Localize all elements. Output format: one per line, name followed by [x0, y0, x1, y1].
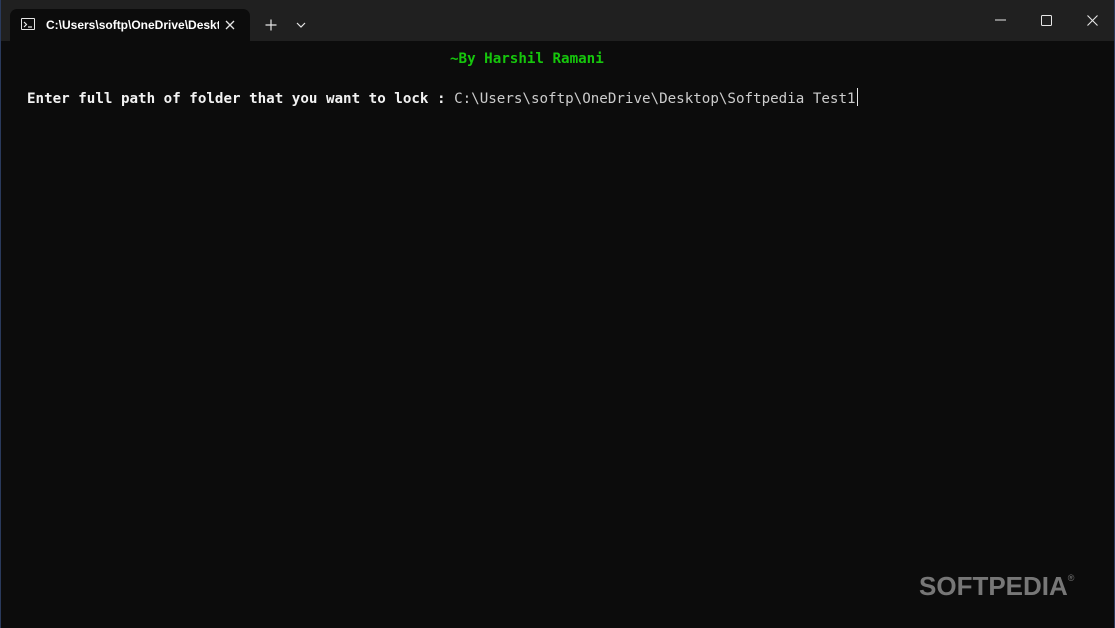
minimize-icon — [994, 19, 1006, 21]
prompt-line[interactable]: Enter full path of folder that you want … — [27, 88, 858, 109]
close-icon — [1086, 14, 1098, 26]
title-bar[interactable]: C:\Users\softp\OneDrive\Desktop — [1, 0, 1114, 41]
registered-mark: ® — [1067, 573, 1075, 583]
minimize-button[interactable] — [977, 0, 1023, 40]
watermark-text: SOFTPEDIA — [919, 571, 1068, 601]
terminal-icon — [21, 18, 35, 30]
close-icon — [225, 20, 235, 30]
close-window-button[interactable] — [1069, 0, 1114, 40]
path-input[interactable]: C:\Users\softp\OneDrive\Desktop\Softpedi… — [454, 91, 855, 107]
chevron-down-icon — [296, 22, 306, 28]
prompt-label: Enter full path of folder that you want … — [27, 91, 455, 107]
active-tab[interactable]: C:\Users\softp\OneDrive\Desktop — [10, 9, 250, 41]
maximize-button[interactable] — [1023, 0, 1069, 40]
tab-dropdown-button[interactable] — [291, 15, 311, 35]
terminal-window: C:\Users\softp\OneDrive\Desktop ~By Hars… — [0, 0, 1115, 628]
text-cursor — [856, 88, 858, 106]
softpedia-watermark: SOFTPEDIA® — [919, 571, 1074, 602]
console-output[interactable]: ~By Harshil Ramani Enter full path of fo… — [1, 41, 1114, 628]
close-tab-button[interactable] — [221, 16, 239, 34]
maximize-icon — [1040, 14, 1052, 26]
plus-icon — [265, 19, 277, 31]
author-banner: ~By Harshil Ramani — [450, 51, 604, 67]
tab-title: C:\Users\softp\OneDrive\Desktop — [46, 18, 219, 32]
new-tab-button[interactable] — [261, 15, 281, 35]
